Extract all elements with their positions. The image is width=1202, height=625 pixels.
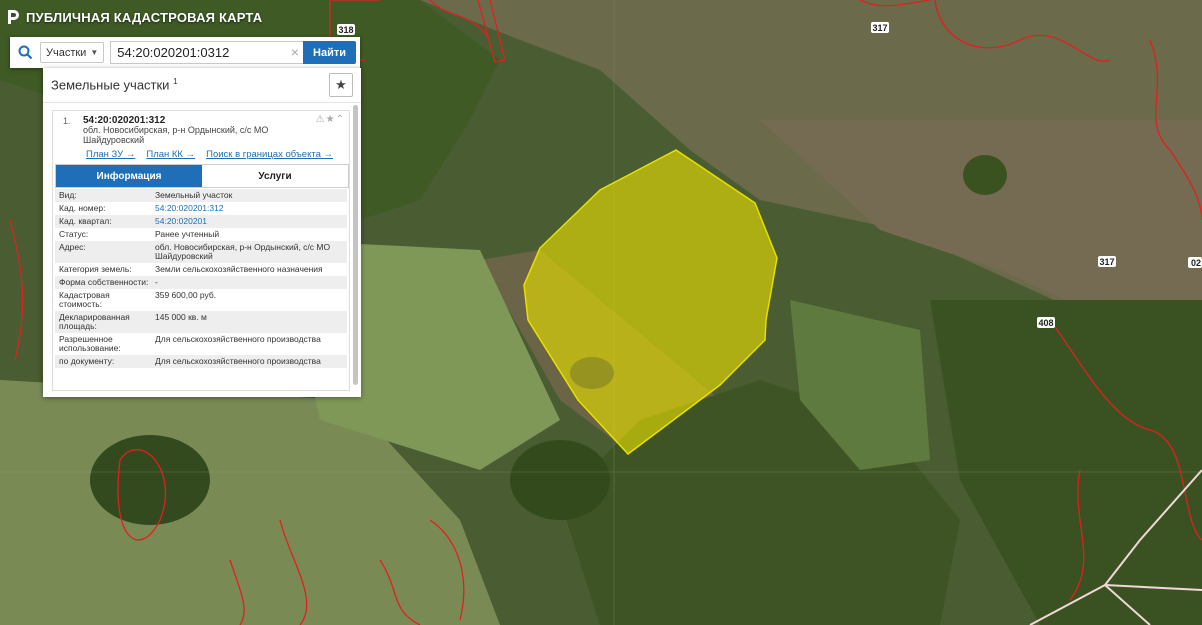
search-bar: Участки ▼ 54:20:020201:0312 × Найти	[10, 37, 360, 68]
attribute-key: Категория земель:	[59, 264, 132, 274]
card-tools: ⚠★⌃	[316, 114, 345, 125]
attribute-value: 359 600,00 руб.	[155, 290, 217, 300]
tab-services[interactable]: Услуги	[202, 165, 348, 187]
attribute-row: Вид: Земельный участок	[55, 189, 347, 202]
tab-information[interactable]: Информация	[56, 165, 202, 187]
attribute-value[interactable]: 54:20:020201:312	[155, 204, 343, 213]
attribute-value[interactable]: 54:20:020201	[155, 217, 343, 226]
tree-cluster	[963, 155, 1007, 195]
attribute-key: по документу:	[59, 356, 115, 366]
attribute-key: Декларированная площадь:	[59, 312, 130, 331]
attribute-value: Земельный участок	[155, 190, 233, 200]
attribute-row: Декларированная площадь: 145 000 кв. м	[55, 311, 347, 333]
attribute-key: Форма собственности:	[59, 277, 149, 287]
attribute-value: Ранее учтенный	[155, 229, 220, 239]
tree-cluster	[570, 357, 614, 389]
attribute-row: Кадастровая стоимость: 359 600,00 руб.	[55, 289, 347, 311]
attribute-value: Для сельскохозяйственного производства	[155, 334, 321, 344]
attribute-row: по документу: Для сельскохозяйственного п…	[55, 355, 347, 368]
attribute-value: Для сельскохозяйственного производства	[155, 356, 321, 366]
panel-title: Земельные участки 1	[51, 77, 178, 92]
plan-kk-link[interactable]: План КК →	[146, 149, 195, 160]
parcel-label: 02	[1191, 258, 1201, 268]
attribute-key: Статус:	[59, 229, 89, 239]
attribute-row: Статус: Ранее учтенный	[55, 228, 347, 241]
clear-icon[interactable]: ×	[291, 44, 299, 60]
panel-header: Земельные участки 1 ★	[43, 68, 361, 103]
parcel-label: 318	[338, 25, 353, 35]
parcel-label: 317	[872, 23, 887, 33]
results-scroll-area[interactable]: 1. 54:20:020201:312 обл. Новосибирская, …	[43, 103, 361, 397]
search-type-select[interactable]: Участки ▼	[40, 42, 105, 63]
attribute-table: Вид: Земельный участок Кад. номер: 54:20:02…	[55, 189, 347, 368]
attribute-key: Вид:	[59, 190, 77, 200]
attribute-row: Кад. квартал: 54:20:020201	[55, 215, 347, 228]
search-query: 54:20:020201:0312	[117, 45, 230, 60]
star-icon: ★	[335, 77, 347, 92]
results-panel: Земельные участки 1 ★ 1. 54:20:020201:31…	[43, 68, 361, 397]
search-in-bounds-link[interactable]: Поиск в границах объекта →	[206, 149, 333, 160]
result-index: 1.	[63, 116, 71, 126]
parcel-label: 317	[1099, 257, 1114, 267]
attribute-row: Разрешенное использование: Для сельскохоз…	[55, 333, 347, 355]
app-title: ПУБЛИЧНАЯ КАДАСТРОВАЯ КАРТА	[26, 9, 263, 25]
result-card[interactable]: 1. 54:20:020201:312 обл. Новосибирская, …	[52, 110, 350, 391]
attribute-key: Кадастровая стоимость:	[59, 290, 110, 309]
info-tabs: Информация Услуги	[55, 164, 349, 188]
favorite-button[interactable]: ★	[329, 73, 353, 97]
tree-cluster	[510, 440, 610, 520]
panel-title-text: Земельные участки	[51, 77, 170, 93]
attribute-row: Адрес: обл. Новосибирская, р-н Ордынский,…	[55, 241, 347, 263]
chevron-up-icon[interactable]: ⌃	[336, 114, 345, 125]
chevron-down-icon: ▼	[90, 48, 99, 57]
app-header: ПУБЛИЧНАЯ КАДАСТРОВАЯ КАРТА	[6, 6, 262, 28]
search-icon[interactable]	[10, 37, 40, 68]
attribute-value: обл. Новосибирская, р-н Ордынский, с/с М…	[155, 242, 331, 261]
search-type-label: Участки	[46, 46, 87, 59]
attribute-row: Кад. номер: 54:20:020201:312	[55, 202, 347, 215]
find-button[interactable]: Найти	[303, 41, 356, 64]
attribute-key: Кад. квартал:	[59, 216, 112, 226]
attribute-key: Кад. номер:	[59, 203, 106, 213]
result-count: 1	[173, 77, 178, 87]
attribute-value: Земли сельскохозяйственного назначения	[155, 264, 323, 274]
pkk-logo-icon	[8, 10, 19, 24]
plan-zu-link[interactable]: План ЗУ →	[86, 149, 135, 160]
attribute-key: Адрес:	[59, 242, 86, 252]
search-input[interactable]: 54:20:020201:0312 ×	[110, 41, 304, 64]
attribute-value: -	[155, 277, 158, 287]
tree-cluster	[90, 435, 210, 525]
warning-icon[interactable]: ⚠	[316, 114, 326, 125]
attribute-value: 145 000 кв. м	[155, 312, 207, 322]
result-links: План ЗУ → План КК → Поиск в границах объ…	[86, 149, 333, 160]
attribute-row: Категория земель: Земли сельскохозяйствен…	[55, 263, 347, 276]
parcel-label: 408	[1038, 318, 1053, 328]
attribute-row: Форма собственности: -	[55, 276, 347, 289]
star-icon[interactable]: ★	[326, 114, 336, 125]
attribute-key: Разрешенное использование:	[59, 334, 121, 353]
result-address: обл. Новосибирская, р-н Ордынский, с/с М…	[83, 125, 269, 145]
scrollbar[interactable]	[353, 105, 358, 385]
